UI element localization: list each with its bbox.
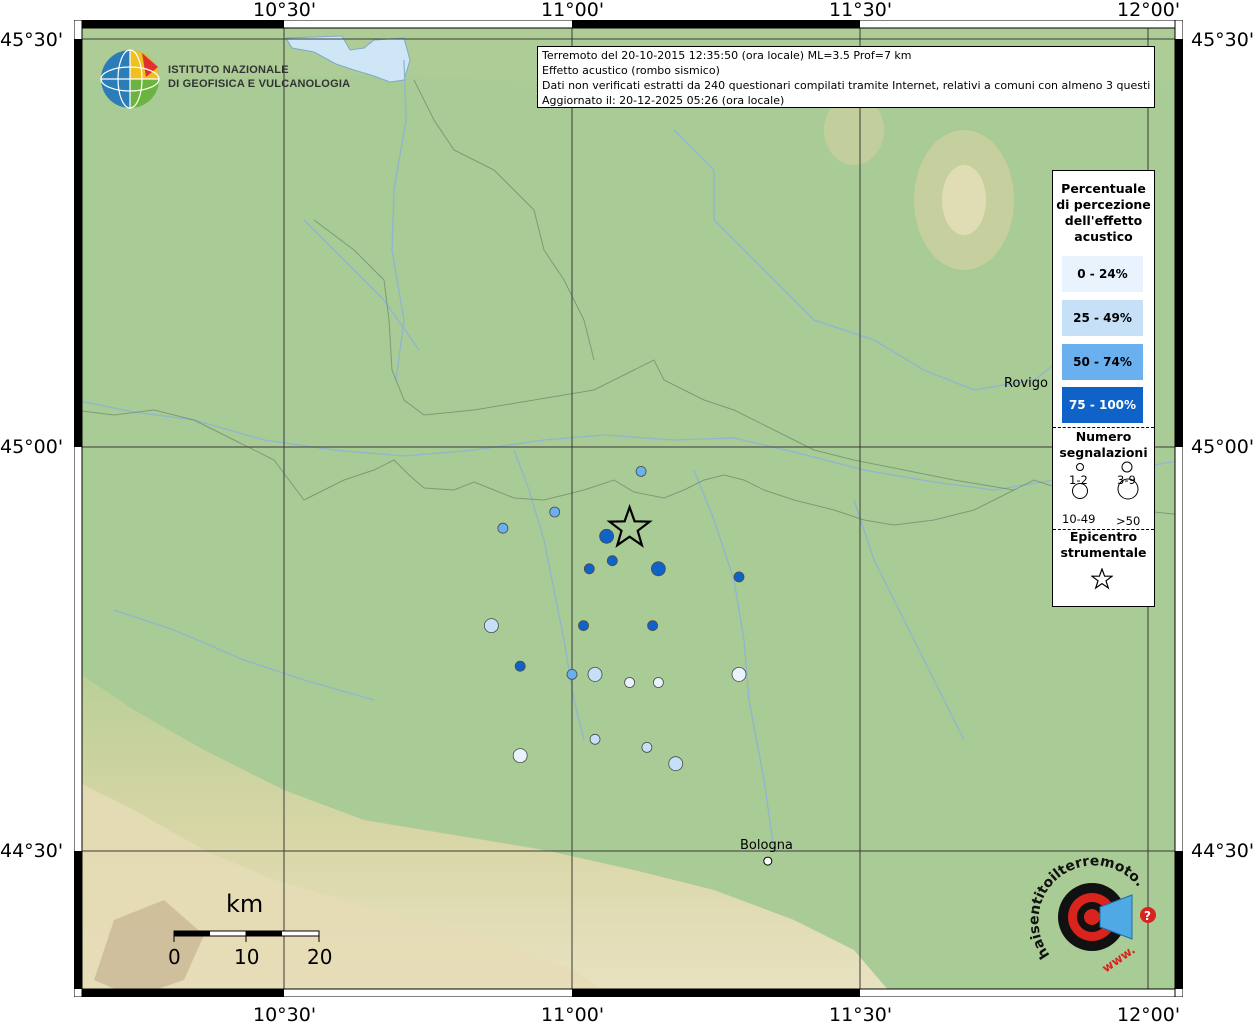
event-data-note: Dati non verificati estratti da 240 ques… [542, 79, 1150, 92]
city-label-bologna: Bologna [740, 838, 793, 853]
legend-count-1-2: 1-2 [1069, 473, 1088, 487]
scale-tick-20: 20 [307, 945, 333, 969]
observation-marker[interactable] [651, 561, 666, 577]
ingv-name-line2: DI GEOFISICA E VULCANOLOGIA [168, 78, 351, 90]
bottom-tick-1130: 11°30' [829, 1004, 893, 1026]
legend-class-3: 75 - 100% [1062, 387, 1143, 423]
bottom-tick-1100: 11°00' [541, 1004, 605, 1026]
map-canvas[interactable] [74, 20, 1183, 997]
event-updated: Aggiornato il: 20-12-2025 05:26 (ora loc… [542, 94, 785, 107]
event-effect: Effetto acustico (rombo sismico) [542, 64, 720, 77]
hst-question: ? [1144, 909, 1151, 923]
city-label-rovigo: Rovigo [1004, 376, 1048, 391]
observation-marker[interactable] [731, 667, 747, 682]
legend: Percentuale di percezione dell'effetto a… [1052, 170, 1155, 607]
observation-marker[interactable] [641, 742, 653, 753]
observation-marker[interactable] [512, 748, 528, 763]
observation-marker[interactable] [733, 571, 745, 583]
top-tick-1200: 12°00' [1117, 0, 1181, 21]
left-tick-4530: 45°30' [0, 29, 64, 51]
event-info-box: Terremoto del 20-10-2015 12:35:50 (ora l… [537, 46, 1155, 108]
legend-star-icon [1091, 568, 1113, 590]
observation-marker[interactable] [566, 669, 578, 680]
ingv-name-line1: ISTITUTO NAZIONALE [168, 64, 289, 76]
city-point-bologna [763, 856, 773, 866]
scale-unit: km [226, 890, 264, 918]
legend-count-3-9: 3-9 [1117, 473, 1136, 487]
terrain-euganean-core [942, 165, 986, 235]
observation-marker[interactable] [589, 733, 601, 745]
legend-title-2: di percezione [1056, 197, 1151, 212]
observation-marker[interactable] [497, 522, 509, 534]
scale-tick-10: 10 [234, 945, 260, 969]
observation-marker[interactable] [578, 620, 589, 631]
left-tick-4500: 45°00' [0, 436, 64, 458]
hst-logo-graphic: ? haisentitoilterremoto.it www. [1026, 843, 1156, 975]
observation-marker[interactable] [514, 660, 526, 672]
bottom-tick-1030: 10°30' [253, 1004, 317, 1026]
observation-marker[interactable] [647, 620, 658, 631]
legend-class-2-label: 50 - 74% [1073, 355, 1132, 369]
legend-class-0: 0 - 24% [1062, 256, 1143, 292]
legend-count-title-1: Numero [1075, 429, 1132, 444]
hst-logo: ? haisentitoilterremoto.it www. [1026, 843, 1170, 985]
legend-epicenter-title-1: Epicentro [1069, 529, 1138, 544]
top-tick-1030: 10°30' [253, 0, 317, 21]
legend-class-2: 50 - 74% [1062, 344, 1143, 380]
legend-class-3-label: 75 - 100% [1068, 398, 1137, 412]
observation-marker[interactable] [668, 756, 684, 772]
legend-class-0-label: 0 - 24% [1077, 267, 1128, 281]
legend-title-3: dell'effetto [1064, 213, 1143, 228]
observation-marker[interactable] [606, 555, 618, 567]
legend-title-1: Percentuale [1061, 181, 1146, 196]
observation-marker[interactable] [483, 618, 499, 633]
right-tick-4500: 45°00' [1191, 436, 1255, 458]
legend-separator-1 [1053, 427, 1154, 428]
scale-tick-0: 0 [168, 945, 181, 969]
legend-count-10-49: 10-49 [1062, 512, 1096, 526]
legend-epicenter-title-2: strumentale [1060, 545, 1147, 560]
bottom-tick-1200: 12°00' [1117, 1004, 1181, 1026]
right-tick-4430: 44°30' [1191, 840, 1255, 862]
top-tick-1130: 11°30' [829, 0, 893, 21]
scale-bar: km 0 10 20 [160, 890, 340, 980]
observation-marker[interactable] [583, 563, 595, 575]
observation-marker[interactable] [653, 677, 664, 688]
observation-marker[interactable] [624, 677, 635, 688]
left-tick-4430: 44°30' [0, 840, 64, 862]
legend-class-1: 25 - 49% [1062, 300, 1143, 336]
ingv-globe-icon [100, 49, 160, 109]
legend-title-4: acustico [1074, 229, 1133, 244]
map-frame[interactable] [74, 20, 1183, 997]
top-tick-1100: 11°00' [541, 0, 605, 21]
observation-marker[interactable] [549, 506, 561, 518]
event-title: Terremoto del 20-10-2015 12:35:50 (ora l… [542, 49, 912, 62]
right-tick-4530: 45°30' [1191, 29, 1255, 51]
legend-class-1-label: 25 - 49% [1073, 311, 1132, 325]
legend-count-50: >50 [1116, 514, 1141, 528]
observation-marker[interactable] [635, 465, 647, 477]
observation-marker[interactable] [587, 667, 603, 682]
observation-marker[interactable] [599, 528, 614, 544]
